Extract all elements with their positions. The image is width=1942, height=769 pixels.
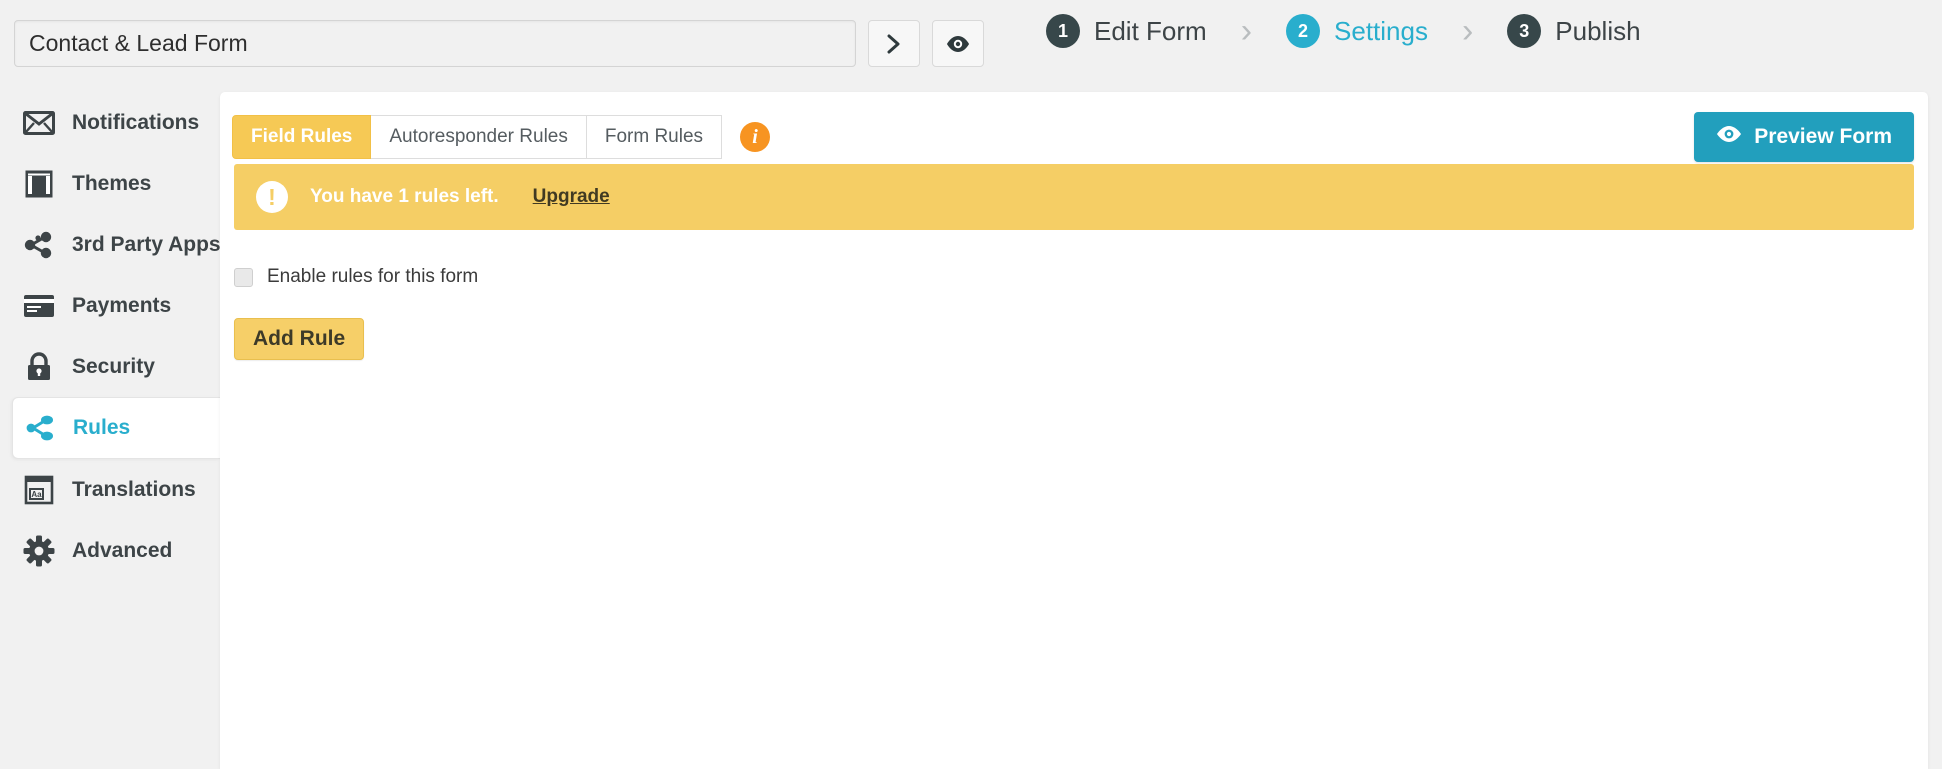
enable-rules-checkbox[interactable]: [234, 267, 253, 287]
step-edit-form[interactable]: 1 Edit Form: [1046, 14, 1207, 48]
exclamation-icon: !: [256, 181, 288, 213]
chevron-right-icon: [884, 33, 904, 55]
step-number-badge: 2: [1286, 14, 1321, 48]
lock-icon: [22, 350, 56, 384]
enable-rules-row: Enable rules for this form: [220, 266, 1928, 288]
svg-text:Aa: Aa: [31, 490, 42, 499]
sidebar-item-rules[interactable]: Rules: [12, 397, 220, 459]
rules-quota-notice: ! You have 1 rules left. Upgrade: [234, 164, 1914, 230]
share-nodes-icon: [22, 228, 56, 262]
sidebar-item-advanced[interactable]: Advanced: [0, 520, 220, 581]
eye-icon: [946, 35, 970, 53]
info-icon[interactable]: i: [740, 122, 771, 152]
step-indicator: 1 Edit Form › 2 Settings › 3 Publish: [1046, 14, 1641, 48]
envelope-icon: [22, 106, 56, 140]
upgrade-link[interactable]: Upgrade: [533, 186, 610, 208]
credit-card-icon: [22, 289, 56, 323]
next-step-button[interactable]: [868, 20, 920, 67]
add-rule-button[interactable]: Add Rule: [234, 318, 365, 360]
translate-aa-icon: Aa: [22, 473, 56, 507]
step-label: Publish: [1555, 15, 1641, 46]
sidebar-item-label: Themes: [72, 171, 152, 195]
tab-field-rules[interactable]: Field Rules: [232, 115, 372, 159]
sidebar-item-label: Advanced: [72, 538, 173, 562]
sidebar-item-3rd-party-apps[interactable]: 3rd Party Apps: [0, 214, 221, 275]
rules-panel: Field Rules Autoresponder Rules Form Rul…: [220, 92, 1928, 769]
step-label: Settings: [1334, 15, 1428, 46]
preview-form-label: Preview Form: [1754, 125, 1892, 148]
form-title-input[interactable]: [14, 20, 856, 67]
sidebar-item-label: Rules: [73, 416, 131, 439]
sidebar-item-translations[interactable]: Aa Translations: [0, 459, 220, 520]
sidebar-item-label: Security: [72, 354, 155, 378]
step-label: Edit Form: [1094, 15, 1207, 46]
sidebar-item-themes[interactable]: Themes: [0, 153, 220, 214]
sidebar-item-notifications[interactable]: Notifications: [0, 92, 220, 153]
sidebar-item-label: Payments: [72, 293, 172, 317]
settings-sidebar: Notifications Themes 3rd Party Apps Paym…: [0, 92, 221, 769]
sidebar-item-label: 3rd Party Apps: [72, 232, 221, 256]
notice-message: You have 1 rules left.: [310, 186, 499, 207]
top-bar: 1 Edit Form › 2 Settings › 3 Publish: [0, 0, 1942, 92]
step-publish[interactable]: 3 Publish: [1507, 14, 1641, 48]
tab-form-rules[interactable]: Form Rules: [586, 115, 723, 159]
panel-header: Field Rules Autoresponder Rules Form Rul…: [220, 92, 1928, 164]
step-separator-icon: ›: [1461, 12, 1474, 50]
sidebar-item-label: Translations: [72, 477, 196, 501]
eye-icon: [1716, 125, 1742, 149]
step-number-badge: 1: [1046, 14, 1080, 48]
rules-tab-bar: Field Rules Autoresponder Rules Form Rul…: [232, 115, 771, 159]
sidebar-item-label: Notifications: [72, 110, 200, 134]
preview-form-button[interactable]: Preview Form: [1694, 112, 1914, 162]
sidebar-item-security[interactable]: Security: [0, 336, 220, 397]
layout-icon: [22, 167, 56, 201]
enable-rules-label: Enable rules for this form: [267, 266, 479, 287]
step-settings[interactable]: 2 Settings: [1286, 14, 1428, 48]
sidebar-item-payments[interactable]: Payments: [0, 275, 220, 336]
tab-autoresponder-rules[interactable]: Autoresponder Rules: [371, 115, 587, 159]
sitemap-icon: [23, 411, 57, 445]
step-number-badge: 3: [1507, 14, 1542, 48]
step-separator-icon: ›: [1240, 12, 1253, 50]
preview-eye-button[interactable]: [932, 20, 984, 67]
gear-icon: [22, 534, 56, 568]
